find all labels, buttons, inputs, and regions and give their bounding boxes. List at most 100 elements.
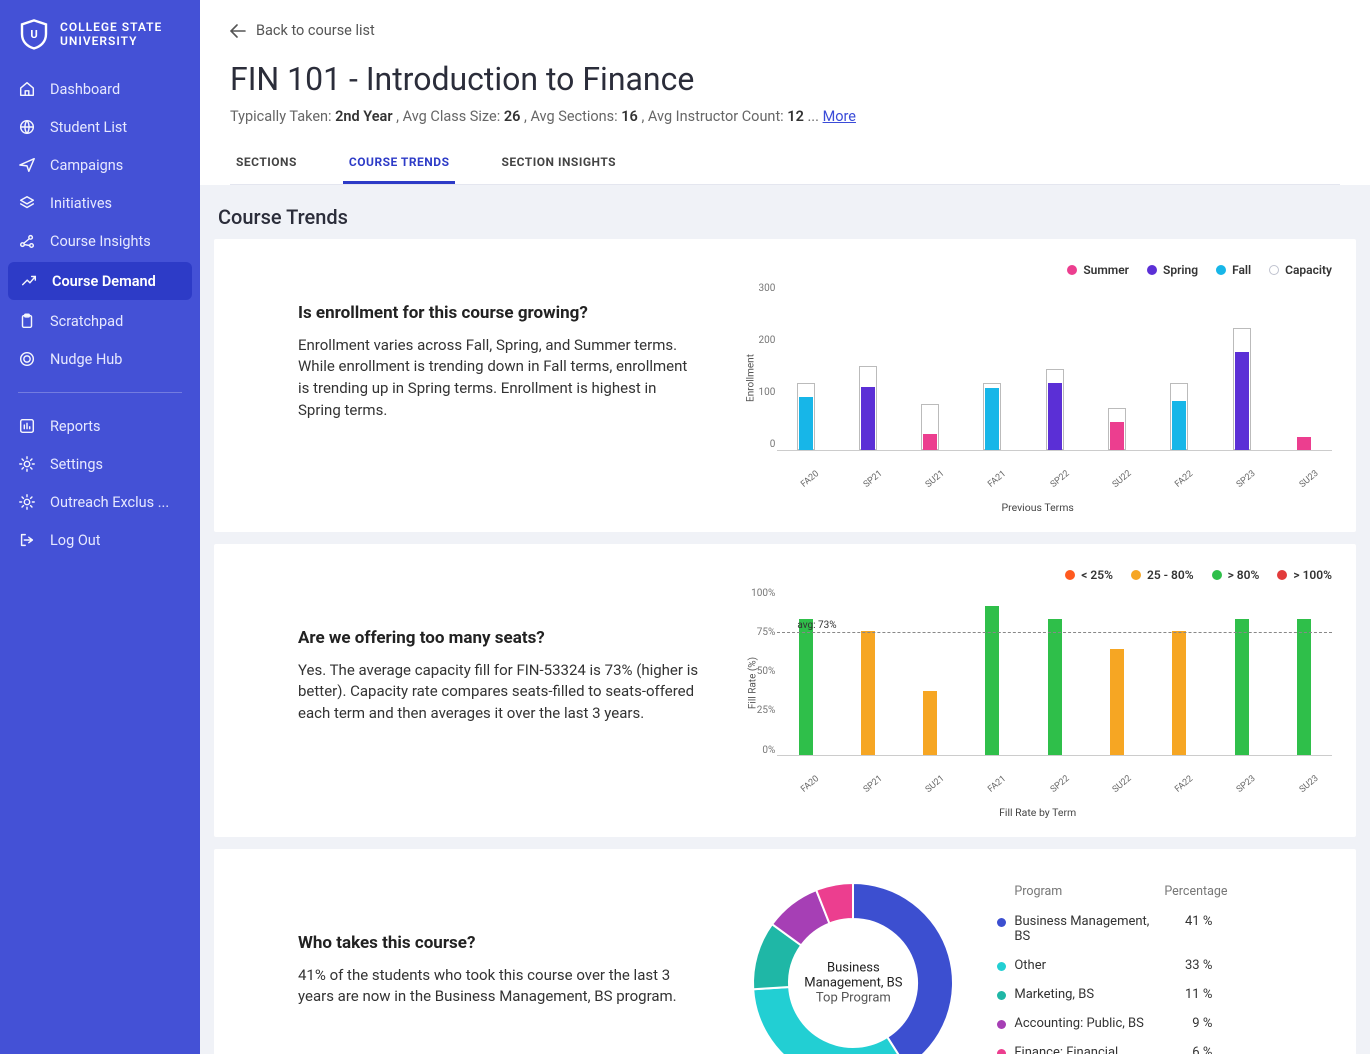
- program-pct: 33 %: [1164, 958, 1212, 973]
- bar-group: [1093, 283, 1141, 450]
- sidebar-item-dashboard[interactable]: Dashboard: [0, 70, 200, 108]
- legend-swatch: [1065, 570, 1075, 580]
- fill-rate-bar: [923, 691, 937, 754]
- legend-item: 25 - 80%: [1131, 568, 1194, 582]
- enrollment-bar: [799, 397, 813, 450]
- legend-item: Capacity: [1269, 263, 1332, 277]
- card-fill-rate: Are we offering too many seats? Yes. The…: [214, 544, 1356, 837]
- program-swatch: [997, 962, 1006, 971]
- legend-swatch: [1212, 570, 1222, 580]
- card3-body: 41% of the students who took this course…: [298, 965, 699, 1009]
- donut-center-sublabel: Top Program: [798, 990, 908, 1005]
- program-row: Business Management, BS41 %: [997, 907, 1212, 951]
- sidebar-item-course-demand[interactable]: Course Demand: [8, 262, 192, 300]
- program-row: Marketing, BS11 %: [997, 980, 1212, 1009]
- program-swatch: [997, 991, 1006, 1000]
- chart1-xlabel: Previous Terms: [743, 501, 1332, 514]
- legend-swatch: [1131, 570, 1141, 580]
- fill-rate-bar: [1110, 649, 1124, 754]
- course-meta: Typically Taken: 2nd Year , Avg Class Si…: [230, 108, 1340, 125]
- enrollment-bar: [861, 387, 875, 449]
- program-pct: 41 %: [1164, 914, 1212, 929]
- home-icon: [18, 80, 36, 98]
- page-title: FIN 101 - Introduction to Finance: [230, 60, 1340, 98]
- program-name: Accounting: Public, BS: [1014, 1016, 1164, 1031]
- tab-section-insights[interactable]: SECTION INSIGHTS: [495, 145, 622, 184]
- fill-rate-bar: [799, 619, 813, 754]
- legend-swatch: [1277, 570, 1287, 580]
- enrollment-bar: [985, 388, 999, 449]
- tab-course-trends[interactable]: COURSE TRENDS: [343, 145, 456, 184]
- page-header: Back to course list FIN 101 - Introducti…: [200, 0, 1370, 185]
- section-title: Course Trends: [214, 199, 1356, 239]
- target-icon: [18, 350, 36, 368]
- clipboard-icon: [18, 312, 36, 330]
- bar-group: [906, 588, 954, 755]
- sidebar-item-outreach-exclus[interactable]: Outreach Exclus ...: [0, 483, 200, 521]
- arrow-left-icon: [230, 24, 246, 38]
- enrollment-bar: [1048, 383, 1062, 450]
- bar-group: [968, 588, 1016, 755]
- sidebar-item-campaigns[interactable]: Campaigns: [0, 146, 200, 184]
- bar-group: [906, 283, 954, 450]
- program-name: Marketing, BS: [1014, 987, 1164, 1002]
- sidebar-item-student-list[interactable]: Student List: [0, 108, 200, 146]
- program-col-header: Program: [1014, 884, 1164, 899]
- fill-rate-bar: [1235, 619, 1249, 754]
- sidebar-item-initiatives[interactable]: Initiatives: [0, 184, 200, 222]
- legend-item: < 25%: [1065, 568, 1113, 582]
- gear-icon: [18, 455, 36, 473]
- sidebar-item-settings[interactable]: Settings: [0, 445, 200, 483]
- fill-rate-bar: [985, 606, 999, 755]
- program-swatch: [997, 918, 1006, 927]
- sidebar-item-label: Student List: [50, 119, 127, 136]
- card1-question: Is enrollment for this course growing?: [298, 303, 699, 323]
- bar-group: [968, 283, 1016, 450]
- program-donut-chart: Business Management, BS Top Program: [743, 873, 963, 1054]
- sidebar-item-course-insights[interactable]: Course Insights: [0, 222, 200, 260]
- svg-text:U: U: [30, 28, 37, 41]
- avg-line: [777, 632, 1332, 633]
- brand-line1: COLLEGE STATE: [60, 20, 162, 34]
- legend-swatch: [1269, 265, 1279, 275]
- program-pct: 11 %: [1164, 987, 1212, 1002]
- sidebar-item-log-out[interactable]: Log Out: [0, 521, 200, 559]
- bar-group: [781, 283, 829, 450]
- tabs: SECTIONS COURSE TRENDS SECTION INSIGHTS: [230, 145, 1340, 185]
- sidebar-item-nudge-hub[interactable]: Nudge Hub: [0, 340, 200, 378]
- legend-item: Fall: [1216, 263, 1251, 277]
- bar-group: [1155, 588, 1203, 755]
- program-swatch: [997, 1049, 1006, 1054]
- legend-item: Summer: [1067, 263, 1129, 277]
- bar-group: [1280, 588, 1328, 755]
- brand: U COLLEGE STATE UNIVERSITY: [0, 18, 200, 70]
- program-swatch: [997, 1020, 1006, 1029]
- bar-group: [1031, 588, 1079, 755]
- sidebar-item-reports[interactable]: Reports: [0, 407, 200, 445]
- card2-body: Yes. The average capacity fill for FIN-5…: [298, 660, 699, 725]
- chart2-legend: < 25%25 - 80%> 80%> 100%: [743, 568, 1332, 582]
- send-icon: [18, 156, 36, 174]
- more-link[interactable]: More: [823, 108, 856, 125]
- legend-swatch: [1147, 265, 1157, 275]
- card3-question: Who takes this course?: [298, 933, 699, 953]
- back-link[interactable]: Back to course list: [230, 22, 375, 39]
- back-link-label: Back to course list: [256, 22, 375, 39]
- sidebar-item-label: Scratchpad: [50, 313, 123, 330]
- donut-center-label: Business Management, BS: [798, 960, 908, 990]
- sidebar-item-label: Nudge Hub: [50, 351, 122, 368]
- layers-icon: [18, 194, 36, 212]
- program-name: Other: [1014, 958, 1164, 973]
- bar-group: [1217, 283, 1265, 450]
- enrollment-bar: [923, 434, 937, 450]
- program-pct: 9 %: [1164, 1016, 1212, 1031]
- sidebar: U COLLEGE STATE UNIVERSITY Dashboard Stud…: [0, 0, 200, 1054]
- bar-group: [1031, 283, 1079, 450]
- sidebar-item-scratchpad[interactable]: Scratchpad: [0, 302, 200, 340]
- program-name: Finance: Financial Management, BS: [1014, 1045, 1164, 1054]
- legend-swatch: [1067, 265, 1077, 275]
- main: Back to course list FIN 101 - Introducti…: [200, 0, 1370, 1054]
- brand-logo-icon: U: [18, 18, 50, 50]
- tab-sections[interactable]: SECTIONS: [230, 145, 303, 184]
- fill-rate-bar: [1172, 631, 1186, 755]
